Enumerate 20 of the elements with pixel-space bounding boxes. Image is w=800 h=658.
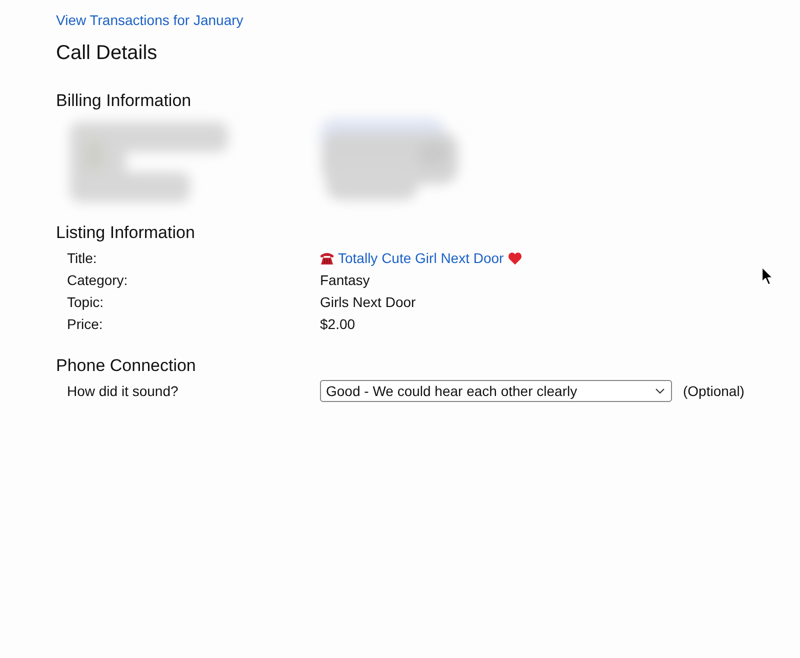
field-value: Girls Next Door [320, 294, 416, 310]
heart-icon [508, 252, 522, 264]
section-heading: Billing Information [56, 91, 192, 111]
field-label: Title: [67, 250, 97, 266]
question-label: How did it sound? [67, 382, 178, 400]
page-title: Call Details [56, 41, 158, 65]
field-value: Fantasy [320, 272, 370, 288]
sound-quality-select[interactable]: Good - We could hear each other clearly [320, 380, 672, 402]
field-label: Category: [67, 272, 128, 288]
section-heading: Listing Information [56, 223, 195, 243]
transactions-link[interactable]: View Transactions for January [56, 12, 244, 29]
section-heading: Phone Connection [56, 356, 196, 376]
cursor-icon [761, 266, 774, 286]
telephone-icon [320, 251, 334, 265]
field-value: $2.00 [320, 316, 356, 332]
field-label: Topic: [67, 294, 104, 310]
listing-title-link[interactable]: Totally Cute Girl Next Door [320, 250, 522, 266]
field-label: Price: [67, 316, 103, 332]
optional-note: (Optional) [683, 382, 744, 400]
chevron-down-icon [655, 388, 665, 394]
